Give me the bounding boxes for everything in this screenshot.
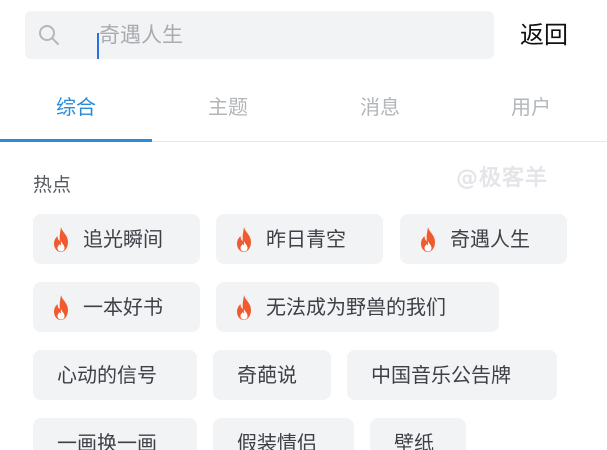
search-header: 返回: [0, 0, 607, 72]
hot-chip[interactable]: 昨日青空: [216, 214, 383, 264]
chip-label: 昨日青空: [266, 227, 346, 251]
back-button[interactable]: 返回: [520, 13, 568, 57]
chip-label: 奇葩说: [237, 363, 297, 387]
chip-label: 假装情侣: [237, 431, 317, 450]
tab-all[interactable]: 综合: [0, 72, 152, 142]
active-tab-indicator: [0, 139, 152, 142]
chip-label: 壁纸: [394, 431, 434, 450]
chip-label: 一画换一画: [57, 431, 157, 450]
tab-topics[interactable]: 主题: [152, 72, 304, 142]
hot-chip[interactable]: 中国音乐公告牌: [347, 350, 557, 400]
hot-chip[interactable]: 壁纸: [370, 418, 466, 450]
hot-chip[interactable]: 一本好书: [33, 282, 200, 332]
hot-chip[interactable]: 一画换一画: [33, 418, 197, 450]
fire-icon: [237, 227, 251, 252]
watermark: @极客羊: [456, 166, 549, 191]
hot-chip[interactable]: 追光瞬间: [33, 214, 200, 264]
chip-label: 一本好书: [83, 295, 163, 319]
hot-chip[interactable]: 奇遇人生: [400, 214, 567, 264]
chip-label: 奇遇人生: [450, 227, 530, 251]
chip-label: 心动的信号: [57, 363, 157, 387]
search-input[interactable]: [99, 11, 479, 59]
fire-icon: [237, 295, 251, 320]
search-page: 返回 综合 主题 消息 用户 热点 @极客羊 追光瞬间 昨日青空 奇遇人生: [0, 0, 607, 450]
fire-icon: [54, 295, 68, 320]
search-box[interactable]: [25, 11, 494, 59]
hot-chip[interactable]: 无法成为野兽的我们: [216, 282, 499, 332]
fire-icon: [54, 227, 68, 252]
hot-chip[interactable]: 假装情侣: [213, 418, 354, 450]
search-icon: [39, 25, 59, 45]
hot-chip[interactable]: 心动的信号: [33, 350, 197, 400]
tab-messages[interactable]: 消息: [304, 72, 456, 142]
chip-label: 中国音乐公告牌: [371, 363, 511, 387]
tab-users[interactable]: 用户: [455, 72, 607, 142]
tab-bar: 综合 主题 消息 用户: [0, 72, 607, 142]
hot-chip[interactable]: 奇葩说: [213, 350, 331, 400]
chip-label: 追光瞬间: [83, 227, 163, 251]
chip-label: 无法成为野兽的我们: [266, 295, 446, 319]
fire-icon: [421, 227, 435, 252]
section-title-hot: 热点: [33, 174, 72, 196]
